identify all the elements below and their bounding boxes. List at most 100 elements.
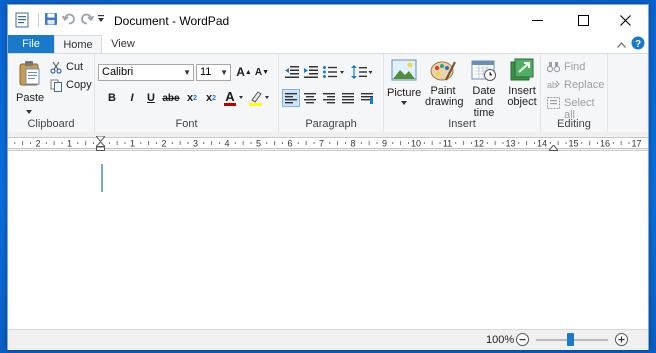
font-size-dropdown-icon[interactable]: ▼ xyxy=(220,65,228,80)
line-spacing-button[interactable] xyxy=(351,64,373,80)
ruler-tick xyxy=(494,141,496,145)
paste-icon xyxy=(19,61,40,86)
help-icon[interactable]: ? xyxy=(631,36,645,53)
svg-text:A: A xyxy=(225,89,235,104)
font-family-select[interactable]: Calibri ▼ xyxy=(98,64,194,81)
align-center-icon[interactable] xyxy=(302,90,318,106)
paragraph-group-label: Paragraph xyxy=(305,118,357,130)
replace-icon: ab xyxy=(547,80,560,90)
bold-icon[interactable]: B xyxy=(104,90,120,106)
redo-icon[interactable] xyxy=(80,12,95,29)
ruler-tick xyxy=(463,141,465,145)
tab-view[interactable]: View xyxy=(104,35,142,53)
bullet-list-icon xyxy=(323,66,344,78)
ruler-tick xyxy=(219,142,220,144)
bullets-button[interactable] xyxy=(323,64,345,80)
close-button[interactable] xyxy=(602,5,648,35)
paragraph-group: Paragraph xyxy=(279,54,384,132)
ruler-label: 9 xyxy=(382,139,387,149)
font-family-value: Calibri xyxy=(102,66,134,78)
italic-icon[interactable]: I xyxy=(124,90,140,106)
zoom-slider-thumb[interactable] xyxy=(567,333,574,346)
font-color-button[interactable]: A xyxy=(224,88,244,108)
ruler-label: 2 xyxy=(161,139,166,149)
font-size-select[interactable]: 11 ▼ xyxy=(196,64,231,81)
ruler-tick xyxy=(274,141,276,145)
increase-indent-icon[interactable] xyxy=(303,64,319,80)
select-all-button[interactable]: Select all xyxy=(547,96,607,121)
select-all-icon xyxy=(547,97,560,109)
maximize-button[interactable] xyxy=(560,5,606,35)
paint-drawing-button[interactable]: Paint drawing xyxy=(425,57,464,113)
ruler-tick xyxy=(61,142,63,144)
svg-text:?: ? xyxy=(635,39,641,50)
font-group-label: Font xyxy=(175,118,198,130)
ruler-label: 14 xyxy=(537,139,547,149)
ruler[interactable]: 2 1 1 2 3 4 5 6 7 8 9 10 11 12 13 14 15 16 17 xyxy=(8,132,648,151)
grow-font-icon[interactable]: A ▲ xyxy=(236,64,252,80)
paste-button[interactable]: Paste xyxy=(13,58,47,114)
date-and-time-button[interactable]: Date and time xyxy=(465,57,503,119)
replace-button[interactable]: ab Replace xyxy=(547,78,607,94)
ruler-tick xyxy=(140,142,142,144)
paint-drawing-label-line2: drawing xyxy=(425,96,464,108)
paragraph-settings-icon[interactable] xyxy=(359,90,375,106)
align-right-icon[interactable] xyxy=(321,90,337,106)
ruler-tick xyxy=(108,142,110,144)
ribbon: Paste Cut Copy Clipboard Calibri ▼ 11 ▼ … xyxy=(8,53,648,133)
line-spacing-icon xyxy=(351,65,373,79)
ruler-tick xyxy=(93,142,94,144)
picture-label: Picture xyxy=(387,87,422,99)
ruler-tick xyxy=(53,141,55,145)
ruler-tick xyxy=(234,142,236,144)
strikethrough-icon[interactable]: abe xyxy=(161,90,181,106)
ruler-tick xyxy=(329,142,331,144)
ruler-tick xyxy=(620,141,622,145)
ruler-label: 1 xyxy=(67,139,72,149)
find-button[interactable]: Find xyxy=(547,60,607,76)
cut-label: Cut xyxy=(66,61,84,73)
decrease-indent-icon[interactable] xyxy=(284,64,300,80)
subscript-icon[interactable]: x2 xyxy=(184,90,200,106)
customize-qat-icon[interactable] xyxy=(97,14,105,27)
ruler-tick xyxy=(250,142,252,144)
ruler-label: 17 xyxy=(631,139,641,149)
date-and-time-label-line1: Date and xyxy=(472,85,496,108)
ruler-tick xyxy=(45,142,47,144)
font-family-dropdown-icon[interactable]: ▼ xyxy=(183,65,191,80)
ruler-tick xyxy=(337,141,339,145)
zoom-out-button[interactable] xyxy=(516,333,529,349)
ruler-tick xyxy=(455,142,457,144)
collapse-ribbon-icon[interactable] xyxy=(617,39,626,51)
wordpad-app-icon[interactable] xyxy=(15,12,29,31)
underline-icon[interactable]: U xyxy=(143,90,159,106)
highlight-color-button[interactable] xyxy=(249,88,271,108)
align-left-icon[interactable] xyxy=(282,89,300,107)
paste-label: Paste xyxy=(16,92,45,104)
undo-icon[interactable] xyxy=(61,12,76,29)
minimize-icon xyxy=(531,19,543,21)
ruler-tick xyxy=(360,142,362,144)
picture-button[interactable]: Picture xyxy=(387,57,421,113)
cut-button[interactable]: Cut xyxy=(50,60,92,76)
ruler-tick xyxy=(581,142,583,144)
tab-file[interactable]: File xyxy=(8,35,54,53)
save-icon[interactable] xyxy=(44,12,58,29)
ruler-tick xyxy=(368,141,370,145)
ruler-tick xyxy=(148,141,150,145)
copy-button[interactable]: Copy xyxy=(50,78,94,94)
ruler-tick xyxy=(203,142,205,144)
ruler-tick xyxy=(14,142,16,144)
justify-icon[interactable] xyxy=(340,90,356,106)
superscript-icon[interactable]: x2 xyxy=(203,90,219,106)
ruler-label: 15 xyxy=(568,139,578,149)
shrink-font-icon[interactable]: A ▼ xyxy=(254,64,270,80)
insert-object-button[interactable]: Insert object xyxy=(505,57,539,113)
ruler-tick xyxy=(345,142,346,144)
ruler-tick xyxy=(313,142,315,144)
minimize-button[interactable] xyxy=(514,5,560,35)
document-editor[interactable] xyxy=(8,151,648,329)
scissors-icon xyxy=(50,61,62,74)
zoom-in-button[interactable] xyxy=(615,333,628,349)
tab-home[interactable]: Home xyxy=(54,35,102,54)
